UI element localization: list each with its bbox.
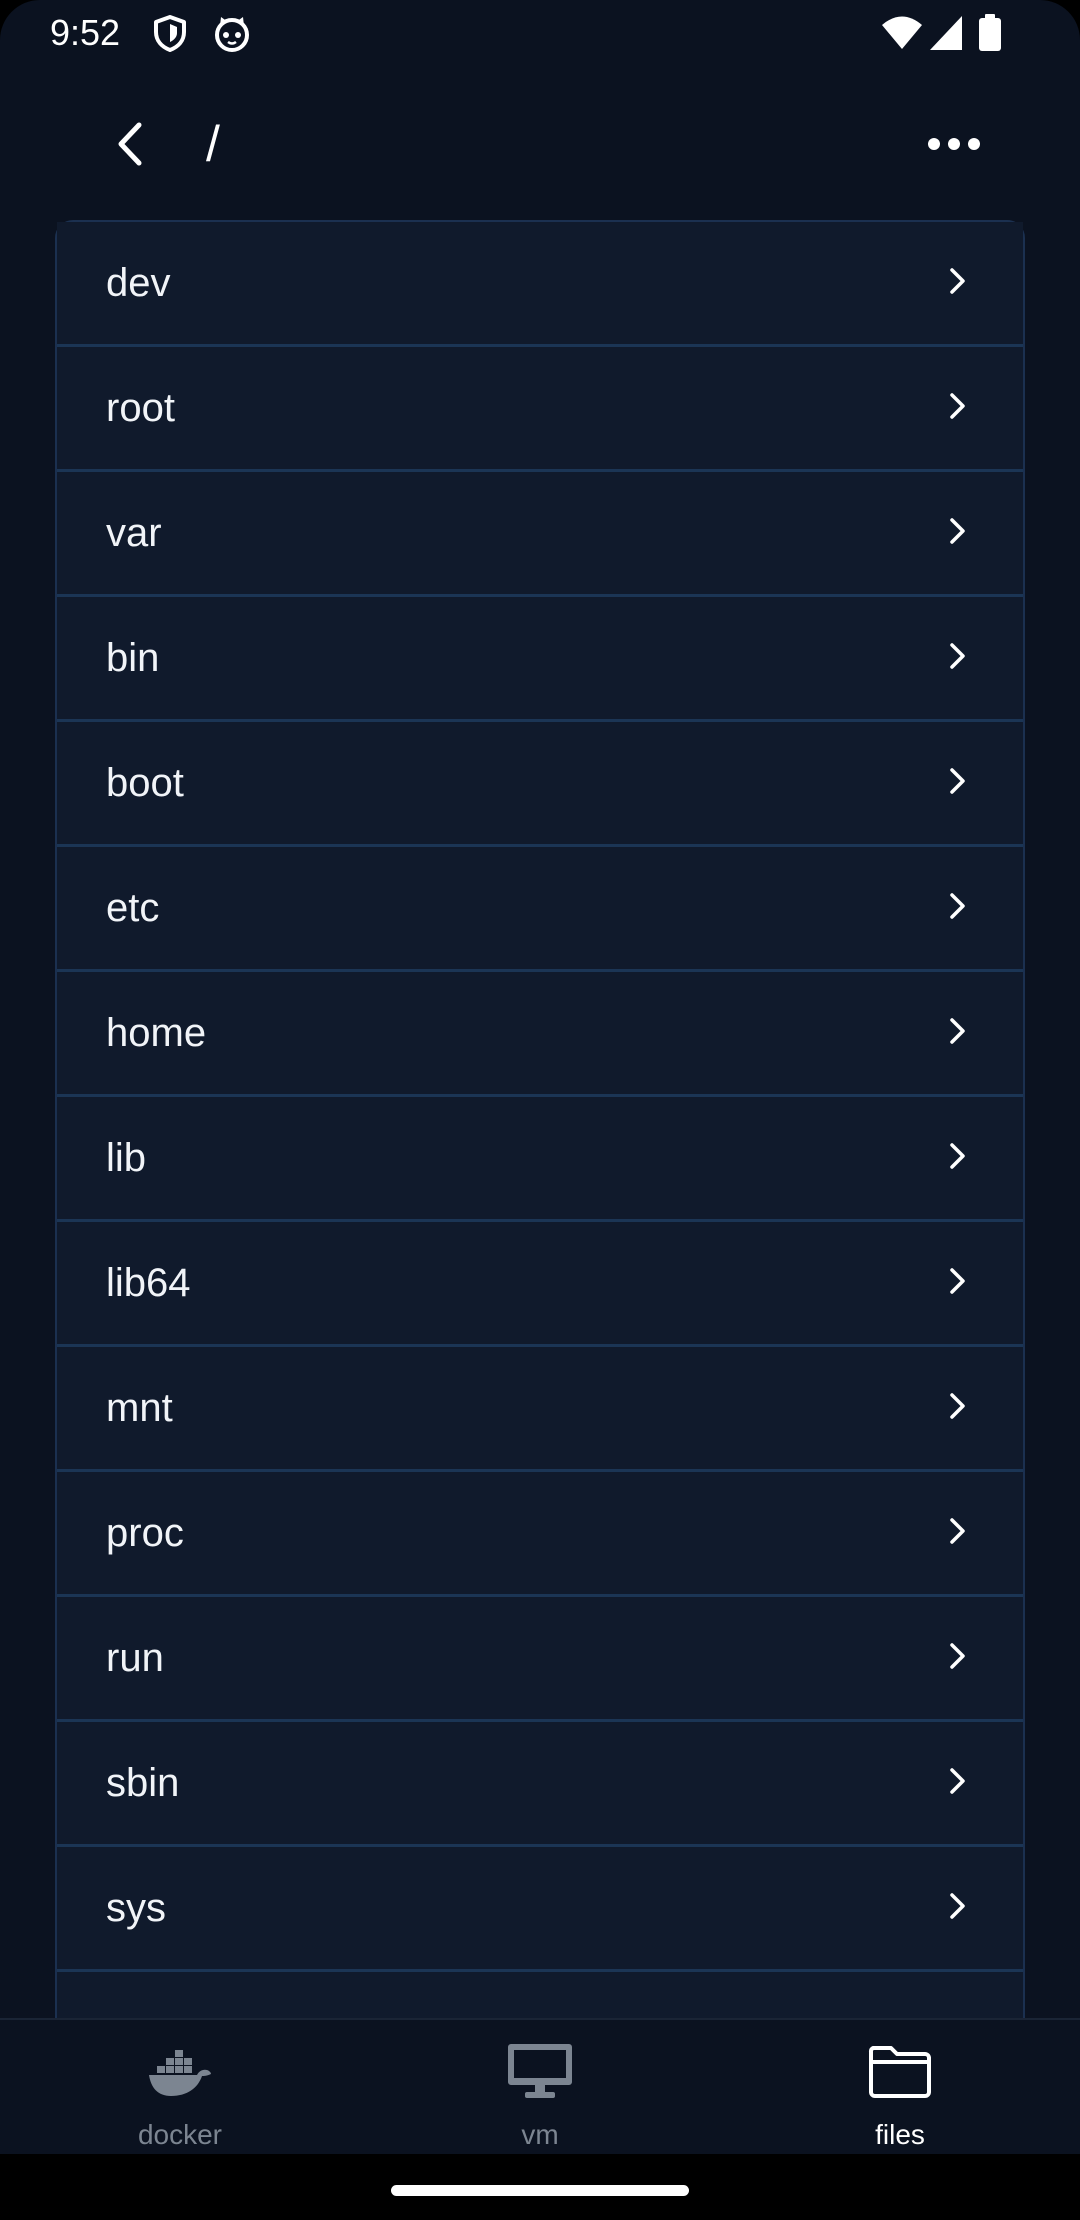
- bottom-navigation: docker vm files: [0, 2018, 1080, 2156]
- chevron-right-icon: [950, 518, 965, 544]
- current-path-title: /: [206, 116, 220, 172]
- directory-name: var: [106, 511, 162, 555]
- more-horizontal-icon: [928, 138, 980, 150]
- nav-label: vm: [521, 2119, 559, 2150]
- directory-list: dev root var bin boot etc home lib lib64…: [55, 220, 1025, 2018]
- monitor-icon: [508, 2044, 572, 2098]
- directory-row-mnt[interactable]: mnt: [57, 1347, 1023, 1472]
- directory-name: usr: [106, 2006, 162, 2018]
- directory-name: run: [106, 1636, 164, 1680]
- directory-row-boot[interactable]: boot: [57, 722, 1023, 847]
- nav-item-files[interactable]: files: [720, 2020, 1080, 2156]
- shield-icon: [154, 15, 186, 52]
- directory-name: etc: [106, 886, 160, 930]
- back-chevron-icon: [118, 122, 142, 166]
- directory-name: dev: [106, 261, 171, 305]
- directory-name: mnt: [106, 1386, 173, 1430]
- gesture-navigation-area: [0, 2154, 1080, 2220]
- directory-list-viewport[interactable]: dev root var bin boot etc home lib lib64…: [55, 220, 1025, 2018]
- directory-row-lib[interactable]: lib: [57, 1097, 1023, 1222]
- chevron-right-icon: [950, 1768, 965, 1794]
- nav-item-docker[interactable]: docker: [0, 2020, 360, 2156]
- back-button[interactable]: [100, 114, 160, 174]
- home-gesture-handle[interactable]: [391, 2185, 689, 2196]
- directory-row-sys[interactable]: sys: [57, 1847, 1023, 1972]
- directory-row-lib64[interactable]: lib64: [57, 1222, 1023, 1347]
- directory-name: home: [106, 1011, 207, 1055]
- chevron-right-icon: [950, 1143, 965, 1169]
- signal-icon: [930, 16, 962, 50]
- chevron-right-icon: [950, 393, 965, 419]
- status-bar: 9:52: [0, 0, 1080, 66]
- directory-row-dev[interactable]: dev: [57, 222, 1023, 347]
- app-bar: /: [0, 100, 1080, 190]
- nav-label: files: [875, 2119, 925, 2150]
- chevron-right-icon: [950, 268, 965, 294]
- chevron-right-icon: [950, 1893, 965, 1919]
- directory-name: sbin: [106, 1761, 180, 1805]
- directory-name: sys: [106, 1886, 166, 1930]
- directory-row-sbin[interactable]: sbin: [57, 1722, 1023, 1847]
- directory-name: root: [106, 386, 175, 430]
- directory-row-bin[interactable]: bin: [57, 597, 1023, 722]
- battery-icon: [979, 14, 1001, 51]
- chevron-right-icon: [950, 893, 965, 919]
- directory-name: lib64: [106, 1261, 191, 1305]
- wifi-icon: [882, 16, 922, 49]
- chevron-right-icon: [950, 1393, 965, 1419]
- directory-name: boot: [106, 761, 184, 805]
- status-time: 9:52: [50, 12, 121, 53]
- directory-row-root[interactable]: root: [57, 347, 1023, 472]
- chevron-right-icon: [950, 643, 965, 669]
- chevron-right-icon: [950, 768, 965, 794]
- nav-label: docker: [137, 2119, 223, 2150]
- directory-name: bin: [106, 636, 160, 680]
- directory-row-run[interactable]: run: [57, 1597, 1023, 1722]
- directory-row-etc[interactable]: etc: [57, 847, 1023, 972]
- chevron-right-icon: [950, 1643, 965, 1669]
- more-options-button[interactable]: [916, 114, 992, 174]
- chevron-right-icon: [950, 1018, 965, 1044]
- directory-row-proc[interactable]: proc: [57, 1472, 1023, 1597]
- docker-whale-icon: [149, 2050, 211, 2096]
- nav-item-vm[interactable]: vm: [360, 2020, 720, 2156]
- directory-name: proc: [106, 1511, 184, 1555]
- directory-name: lib: [106, 1136, 147, 1180]
- screen: 9:52 / dev root var bin boot etc home li…: [0, 0, 1080, 2220]
- directory-row-home[interactable]: home: [57, 972, 1023, 1097]
- chevron-right-icon: [950, 1518, 965, 1544]
- folder-icon: [868, 2046, 931, 2098]
- directory-row-var[interactable]: var: [57, 472, 1023, 597]
- chevron-right-icon: [950, 1268, 965, 1294]
- directory-row-usr[interactable]: usr: [57, 1972, 1023, 2018]
- cat-face-icon: [215, 17, 249, 52]
